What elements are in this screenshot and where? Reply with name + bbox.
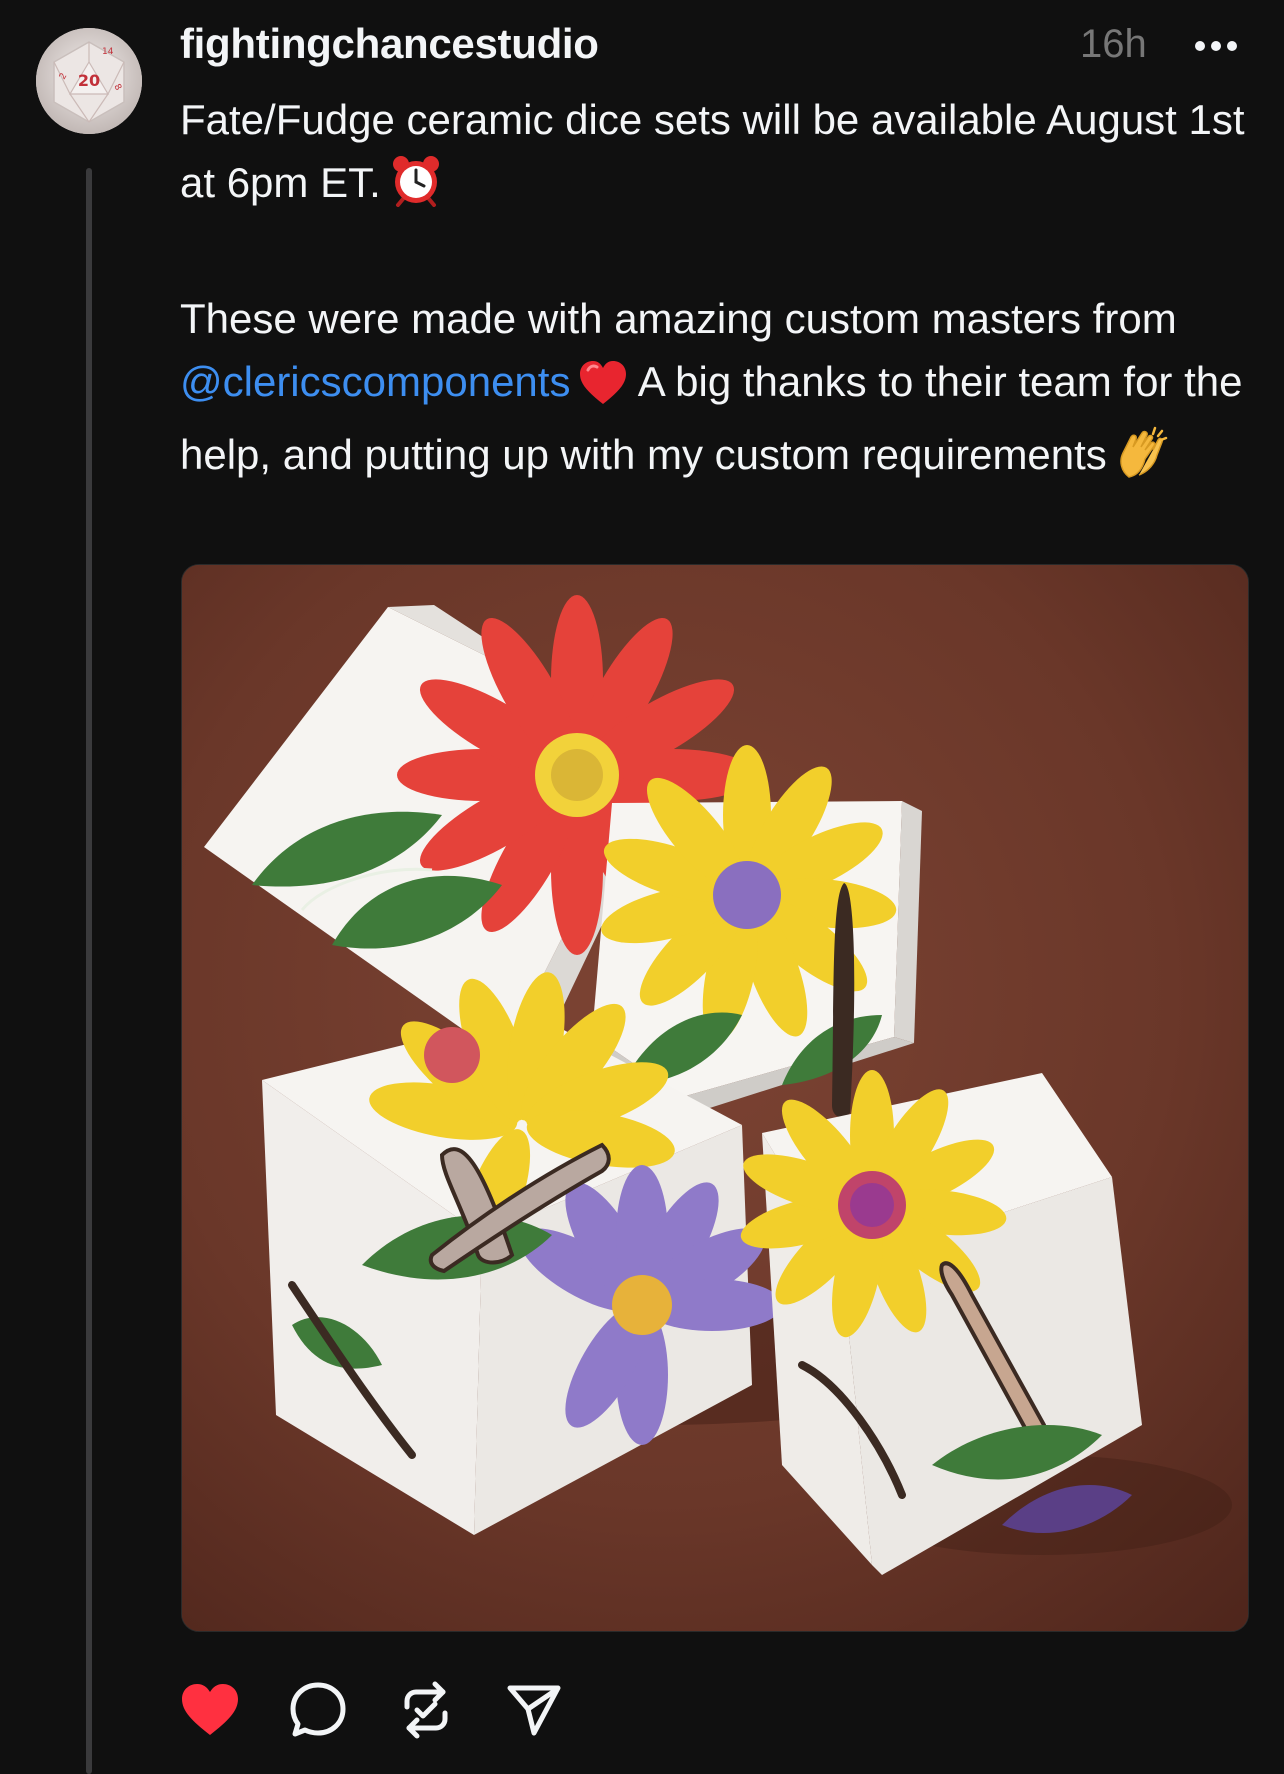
ceramic-dice-photo	[182, 565, 1248, 1631]
action-bar	[180, 1678, 564, 1742]
heart-icon	[182, 1684, 238, 1735]
post-paragraph-2: These were made with amazing custom mast…	[180, 287, 1260, 496]
timestamp: 16h	[1080, 22, 1147, 66]
post-text-before-mention: These were made with amazing custom mast…	[180, 295, 1177, 342]
avatar[interactable]: 20 14 2 8	[36, 28, 142, 134]
repost-button[interactable]	[396, 1680, 456, 1740]
send-icon	[507, 1685, 561, 1736]
red-heart-emoji-icon	[578, 360, 628, 423]
alarm-clock-emoji-icon	[389, 153, 443, 224]
more-horizontal-icon	[1195, 41, 1237, 51]
username[interactable]: fightingchancestudio	[180, 20, 599, 68]
thread-line	[86, 168, 92, 1774]
mention-link[interactable]: @clericscomponents	[180, 358, 570, 405]
svg-text:14: 14	[102, 47, 114, 57]
like-button[interactable]	[180, 1680, 240, 1740]
more-options-button[interactable]	[1190, 24, 1242, 68]
svg-text:20: 20	[78, 71, 100, 90]
d20-die-avatar-icon: 20 14 2 8	[36, 28, 142, 134]
repost-icon	[404, 1681, 448, 1739]
post-paragraph-1: Fate/Fudge ceramic dice sets will be ava…	[180, 88, 1260, 224]
share-button[interactable]	[504, 1680, 564, 1740]
reply-button[interactable]	[288, 1680, 348, 1740]
post-image[interactable]	[181, 564, 1249, 1632]
post-text: Fate/Fudge ceramic dice sets will be ava…	[180, 88, 1260, 496]
clapping-hands-emoji-icon	[1115, 425, 1169, 496]
comment-bubble-icon	[290, 1682, 346, 1737]
post-text-line1: Fate/Fudge ceramic dice sets will be ava…	[180, 96, 1245, 206]
